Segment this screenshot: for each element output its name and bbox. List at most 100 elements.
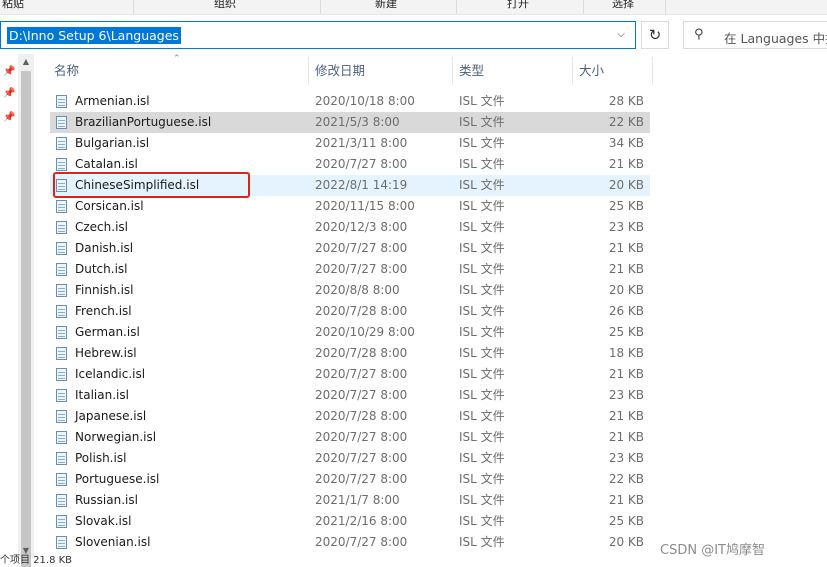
- file-name[interactable]: Italian.isl: [75, 385, 129, 406]
- file-modified-date: 2020/10/29 8:00: [315, 325, 415, 339]
- ribbon-group-open[interactable]: 打开: [507, 0, 529, 11]
- ribbon-divider: [665, 0, 666, 14]
- refresh-icon[interactable]: ↻: [641, 21, 669, 49]
- file-size: 21 KB: [608, 157, 644, 171]
- file-list: Armenian.isl 2020/10/18 8:00 ISL 文件 28 KB Br…: [50, 91, 650, 553]
- file-name[interactable]: French.isl: [75, 301, 132, 322]
- file-modified-date: 2020/7/27 8:00: [315, 451, 408, 465]
- file-row[interactable]: Portuguese.isl 2020/7/27 8:00 ISL 文件 22 KB: [50, 469, 650, 490]
- file-row[interactable]: Slovak.isl 2021/2/16 8:00 ISL 文件 25 KB: [50, 511, 650, 532]
- file-row[interactable]: German.isl 2020/10/29 8:00 ISL 文件 25 KB: [50, 322, 650, 343]
- file-row[interactable]: BrazilianPortuguese.isl 2021/5/3 8:00 ISL …: [50, 112, 650, 133]
- column-divider[interactable]: [572, 57, 573, 85]
- isl-file-icon: [56, 473, 67, 486]
- file-row[interactable]: Italian.isl 2020/7/27 8:00 ISL 文件 23 KB: [50, 385, 650, 406]
- file-type: ISL 文件: [459, 346, 505, 360]
- ribbon-group-organize[interactable]: 组织: [214, 0, 236, 11]
- column-header-name[interactable]: 名称: [54, 57, 79, 85]
- file-name[interactable]: Slovak.isl: [75, 511, 131, 532]
- file-name[interactable]: Russian.isl: [75, 490, 138, 511]
- file-name[interactable]: Hebrew.isl: [75, 343, 137, 364]
- file-row[interactable]: Hebrew.isl 2020/7/28 8:00 ISL 文件 18 KB: [50, 343, 650, 364]
- file-size: 26 KB: [608, 304, 644, 318]
- file-name[interactable]: Norwegian.isl: [75, 427, 156, 448]
- file-type: ISL 文件: [459, 115, 505, 129]
- file-row[interactable]: Danish.isl 2020/7/27 8:00 ISL 文件 21 KB: [50, 238, 650, 259]
- column-divider[interactable]: [652, 57, 653, 85]
- file-modified-date: 2020/7/28 8:00: [315, 409, 408, 423]
- ribbon-group-new[interactable]: 新建: [375, 0, 397, 11]
- isl-file-icon: [56, 452, 67, 465]
- ribbon-group-select[interactable]: 选择: [612, 0, 634, 11]
- file-name[interactable]: Armenian.isl: [75, 91, 150, 112]
- isl-file-icon: [56, 221, 67, 234]
- pin-icon[interactable]: 📌: [3, 88, 15, 99]
- isl-file-icon: [56, 137, 67, 150]
- file-modified-date: 2020/10/18 8:00: [315, 94, 415, 108]
- highlight-box: [53, 172, 250, 198]
- file-name[interactable]: Bulgarian.isl: [75, 133, 149, 154]
- file-name[interactable]: German.isl: [75, 322, 140, 343]
- file-row[interactable]: French.isl 2020/7/28 8:00 ISL 文件 26 KB: [50, 301, 650, 322]
- column-header-size[interactable]: 大小: [579, 57, 604, 85]
- pin-icon[interactable]: 📌: [3, 66, 15, 77]
- file-name[interactable]: Danish.isl: [75, 238, 133, 259]
- file-modified-date: 2020/7/27 8:00: [315, 241, 408, 255]
- isl-file-icon: [56, 326, 67, 339]
- file-name[interactable]: Dutch.isl: [75, 259, 128, 280]
- file-row[interactable]: Japanese.isl 2020/7/28 8:00 ISL 文件 21 KB: [50, 406, 650, 427]
- file-size: 23 KB: [608, 220, 644, 234]
- nav-pane-scrollbar[interactable]: ▲ ▼: [18, 54, 34, 567]
- column-divider[interactable]: [452, 57, 453, 85]
- scrollbar-thumb[interactable]: [21, 71, 31, 567]
- file-row[interactable]: Polish.isl 2020/7/27 8:00 ISL 文件 23 KB: [50, 448, 650, 469]
- address-path-text[interactable]: D:\Inno Setup 6\Languages: [7, 27, 181, 44]
- file-row[interactable]: Finnish.isl 2020/8/8 8:00 ISL 文件 20 KB: [50, 280, 650, 301]
- file-size: 20 KB: [608, 283, 644, 297]
- pin-icon[interactable]: 📌: [3, 112, 15, 123]
- file-row[interactable]: Dutch.isl 2020/7/27 8:00 ISL 文件 21 KB: [50, 259, 650, 280]
- file-row[interactable]: Norwegian.isl 2020/7/27 8:00 ISL 文件 21 KB: [50, 427, 650, 448]
- file-row[interactable]: Slovenian.isl 2020/7/27 8:00 ISL 文件 20 KB: [50, 532, 650, 553]
- file-name[interactable]: Icelandic.isl: [75, 364, 145, 385]
- file-name[interactable]: Corsican.isl: [75, 196, 144, 217]
- column-header-type[interactable]: 类型: [459, 57, 484, 85]
- file-row[interactable]: Russian.isl 2021/1/7 8:00 ISL 文件 21 KB: [50, 490, 650, 511]
- file-type: ISL 文件: [459, 178, 505, 192]
- file-name[interactable]: Finnish.isl: [75, 280, 134, 301]
- column-divider[interactable]: [308, 57, 309, 85]
- file-row[interactable]: Icelandic.isl 2020/7/27 8:00 ISL 文件 21 KB: [50, 364, 650, 385]
- file-name[interactable]: Polish.isl: [75, 448, 126, 469]
- sort-ascending-icon: ⌃: [173, 54, 181, 64]
- scroll-up-arrow-icon[interactable]: ▲: [18, 54, 34, 70]
- file-size: 25 KB: [608, 514, 644, 528]
- file-size: 25 KB: [608, 325, 644, 339]
- file-name[interactable]: Japanese.isl: [75, 406, 146, 427]
- file-name[interactable]: Portuguese.isl: [75, 469, 159, 490]
- file-type: ISL 文件: [459, 472, 505, 486]
- isl-file-icon: [56, 431, 67, 444]
- file-name[interactable]: BrazilianPortuguese.isl: [75, 112, 211, 133]
- file-type: ISL 文件: [459, 262, 505, 276]
- file-row[interactable]: Czech.isl 2020/12/3 8:00 ISL 文件 23 KB: [50, 217, 650, 238]
- file-name[interactable]: Czech.isl: [75, 217, 128, 238]
- column-header-modified[interactable]: 修改日期: [315, 57, 365, 85]
- navigation-pane: 📌 📌 📌: [0, 50, 18, 555]
- isl-file-icon: [56, 536, 67, 549]
- file-row[interactable]: Armenian.isl 2020/10/18 8:00 ISL 文件 28 KB: [50, 91, 650, 112]
- status-bar: 个项目 21.8 KB: [0, 555, 73, 566]
- ribbon-group-clipboard[interactable]: 粘贴: [2, 0, 24, 11]
- file-size: 23 KB: [608, 388, 644, 402]
- file-row[interactable]: Bulgarian.isl 2021/3/11 8:00 ISL 文件 34 KB: [50, 133, 650, 154]
- file-row[interactable]: Corsican.isl 2020/11/15 8:00 ISL 文件 25 KB: [50, 196, 650, 217]
- file-name[interactable]: Slovenian.isl: [75, 532, 150, 553]
- search-box[interactable]: ⚲ 在 Languages 中搜: [683, 21, 827, 49]
- address-bar[interactable]: D:\Inno Setup 6\Languages ⌵: [0, 21, 636, 49]
- file-modified-date: 2020/7/27 8:00: [315, 388, 408, 402]
- search-placeholder[interactable]: 在 Languages 中搜: [724, 28, 827, 47]
- file-type: ISL 文件: [459, 241, 505, 255]
- file-modified-date: 2020/7/27 8:00: [315, 472, 408, 486]
- file-modified-date: 2021/3/11 8:00: [315, 136, 408, 150]
- file-type: ISL 文件: [459, 409, 505, 423]
- chevron-down-icon[interactable]: ⌵: [615, 28, 627, 42]
